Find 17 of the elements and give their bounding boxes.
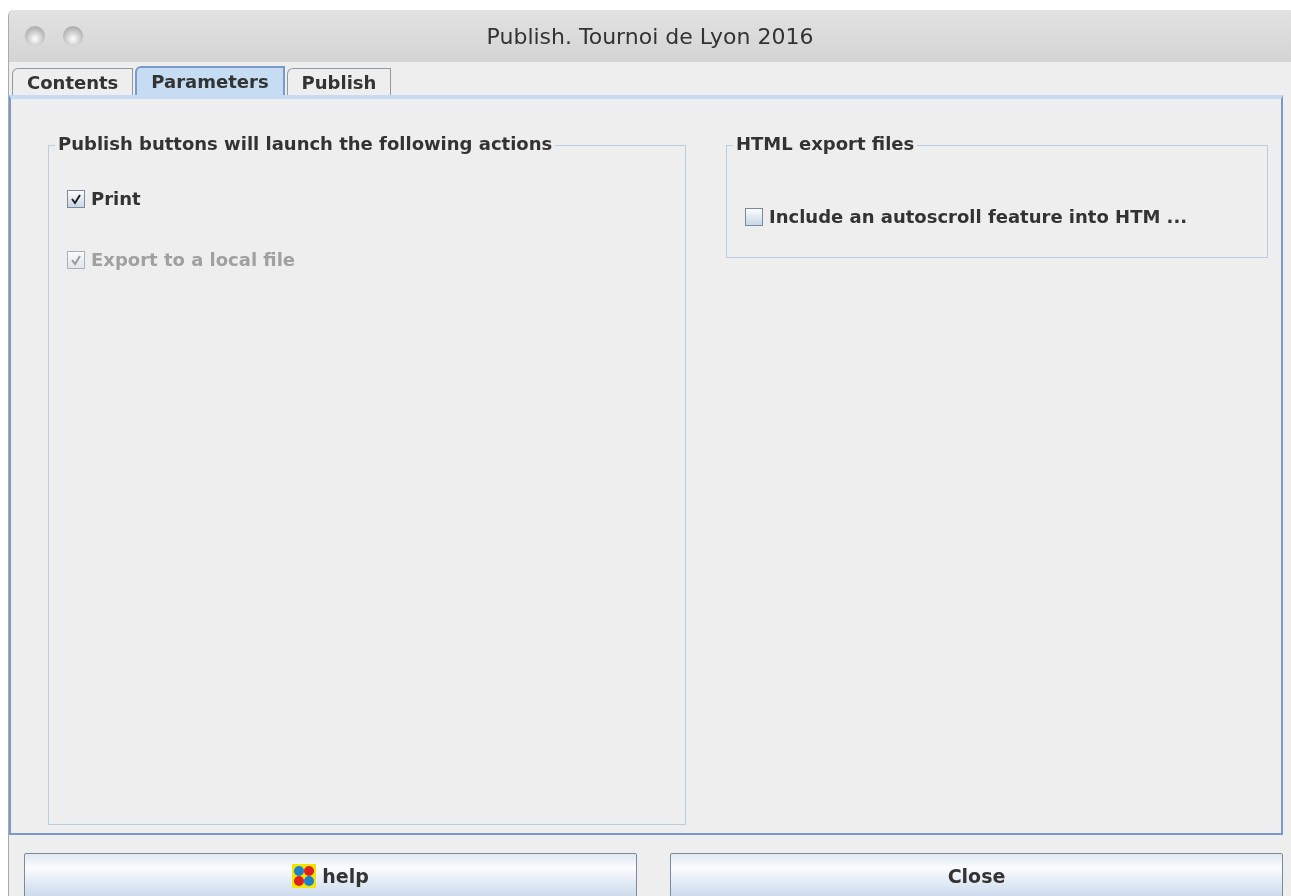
check-icon (70, 192, 82, 205)
checkbox[interactable] (745, 207, 763, 226)
close-button[interactable]: Close (670, 853, 1283, 896)
help-icon (292, 863, 317, 888)
group-title: HTML export files (733, 133, 918, 154)
check-icon (70, 253, 82, 266)
checkbox[interactable] (67, 189, 85, 208)
window-button[interactable] (25, 26, 45, 46)
checkbox-label[interactable]: Print (91, 188, 141, 209)
window-title: Publish. Tournoi de Lyon 2016 (486, 23, 814, 49)
checkbox-label[interactable]: Include an autoscroll feature into HTM ... (769, 206, 1188, 227)
window-button[interactable] (63, 26, 83, 46)
tab[interactable]: Publish (286, 68, 392, 95)
tab[interactable]: Contents (12, 68, 134, 95)
group-title: Publish buttons will launch the following actions (55, 133, 556, 154)
help-button[interactable]: help (24, 853, 637, 896)
tab[interactable]: Parameters (135, 66, 285, 95)
